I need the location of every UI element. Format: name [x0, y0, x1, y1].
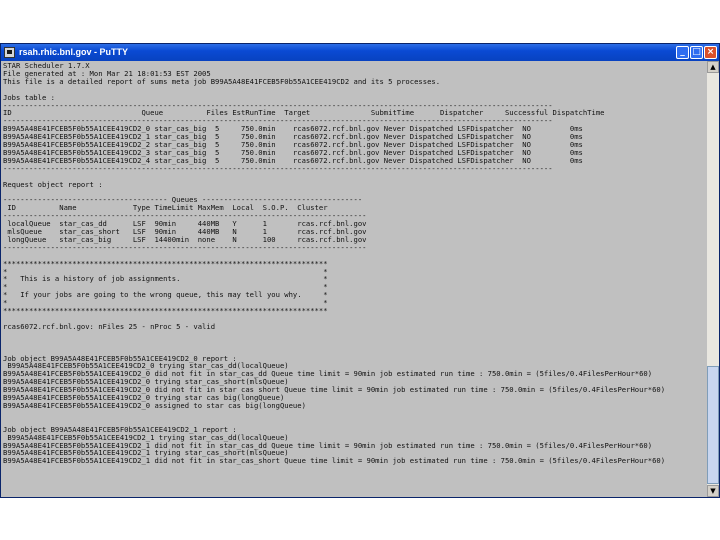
terminal-line: rcas6072.rcf.bnl.gov: nFiles 25 - nProc …: [3, 321, 216, 331]
vertical-scrollbar[interactable]: ▲ ▼: [707, 61, 719, 497]
terminal-line: This file is a detailed report of sums m…: [3, 76, 441, 86]
terminal-line: B99A5A48E41FCEB5F0b55A1CEE419CD2_1 did n…: [3, 456, 666, 466]
terminal-line: Request object report :: [3, 179, 103, 189]
title-bar[interactable]: rsah.rhic.bnl.gov - PuTTY _ □ ×: [1, 44, 719, 61]
terminal-line: ----------------------------------------…: [3, 163, 553, 173]
terminal-line: ----------------------------------------…: [3, 242, 367, 252]
terminal-text: STAR Scheduler 1.7.X File generated at : …: [1, 61, 707, 465]
terminal-line: B99A5A48E41FCEB5F0b55A1CEE419CD2_0 assig…: [3, 400, 306, 410]
close-button[interactable]: ×: [704, 46, 717, 59]
putty-window: rsah.rhic.bnl.gov - PuTTY _ □ × STAR Sch…: [0, 43, 720, 498]
scroll-down-arrow-icon[interactable]: ▼: [707, 485, 719, 497]
putty-icon[interactable]: [4, 47, 15, 58]
maximize-button[interactable]: □: [690, 46, 703, 59]
minimize-button[interactable]: _: [676, 46, 689, 59]
terminal-output[interactable]: STAR Scheduler 1.7.X File generated at : …: [1, 61, 707, 497]
scrollbar-thumb[interactable]: [707, 366, 719, 484]
terminal-line: ****************************************…: [3, 306, 328, 316]
window-title: rsah.rhic.bnl.gov - PuTTY: [19, 47, 129, 57]
scroll-up-arrow-icon[interactable]: ▲: [707, 61, 719, 73]
